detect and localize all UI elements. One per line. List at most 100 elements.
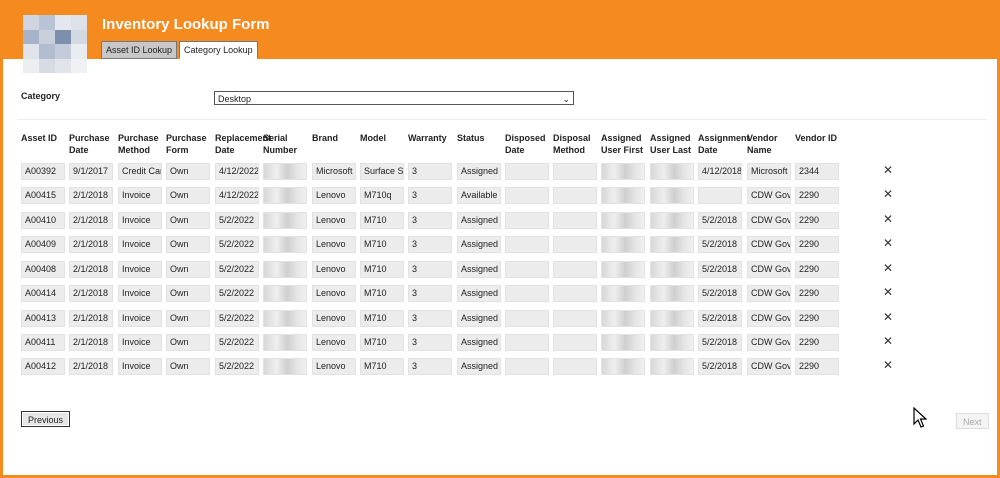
cell-replacement-date[interactable]: 5/2/2022: [215, 236, 259, 253]
cell-redacted[interactable]: [601, 261, 645, 278]
cell-asset-id[interactable]: A00392: [21, 163, 65, 180]
cell-purchase-form[interactable]: Own: [166, 358, 210, 375]
cell-assignment-date[interactable]: 5/2/2018: [698, 236, 742, 253]
cell-warranty[interactable]: 3: [408, 187, 452, 204]
cell-warranty[interactable]: 3: [408, 310, 452, 327]
cell-redacted[interactable]: [650, 236, 694, 253]
cell-purchase-form[interactable]: Own: [166, 212, 210, 229]
delete-row-icon[interactable]: ✕: [883, 236, 893, 251]
cell-brand[interactable]: Lenovo: [312, 212, 356, 229]
cell-replacement-date[interactable]: 5/2/2022: [215, 358, 259, 375]
cell-model[interactable]: M710q: [360, 187, 404, 204]
cell-purchase-form[interactable]: Own: [166, 285, 210, 302]
delete-row-icon[interactable]: ✕: [883, 358, 893, 373]
delete-row-icon[interactable]: ✕: [883, 261, 893, 276]
cell-model[interactable]: M710: [360, 285, 404, 302]
cell-status[interactable]: Assigned: [457, 163, 501, 180]
cell-purchase-date[interactable]: 2/1/2018: [69, 358, 113, 375]
cell-redacted[interactable]: [553, 261, 597, 278]
cell-purchase-date[interactable]: 2/1/2018: [69, 261, 113, 278]
cell-redacted[interactable]: [650, 358, 694, 375]
delete-row-icon[interactable]: ✕: [883, 163, 893, 178]
cell-redacted[interactable]: [263, 236, 307, 253]
cell-status[interactable]: Assigned: [457, 236, 501, 253]
next-button[interactable]: Next: [956, 413, 989, 429]
cell-status[interactable]: Available: [457, 187, 501, 204]
cell-assignment-date[interactable]: 4/12/2018: [698, 163, 742, 180]
cell-vendor-name[interactable]: CDW Gove: [747, 212, 791, 229]
cell-purchase-date[interactable]: 2/1/2018: [69, 187, 113, 204]
cell-brand[interactable]: Lenovo: [312, 285, 356, 302]
cell-purchase-method[interactable]: Invoice: [118, 212, 162, 229]
cell-redacted[interactable]: [263, 187, 307, 204]
cell-vendor-id[interactable]: 2290: [795, 212, 839, 229]
cell-warranty[interactable]: 3: [408, 163, 452, 180]
cell-purchase-form[interactable]: Own: [166, 261, 210, 278]
cell-asset-id[interactable]: A00413: [21, 310, 65, 327]
tab-asset-id-lookup[interactable]: Asset ID Lookup: [101, 41, 178, 59]
cell-redacted[interactable]: [553, 236, 597, 253]
cell-warranty[interactable]: 3: [408, 285, 452, 302]
cell-model[interactable]: M710: [360, 310, 404, 327]
cell-assignment-date[interactable]: 5/2/2018: [698, 358, 742, 375]
cell-redacted[interactable]: [650, 261, 694, 278]
cell-vendor-name[interactable]: CDW Gove: [747, 285, 791, 302]
cell-vendor-id[interactable]: 2290: [795, 358, 839, 375]
cell-purchase-method[interactable]: Invoice: [118, 236, 162, 253]
cell-purchase-method[interactable]: Invoice: [118, 261, 162, 278]
cell-vendor-id[interactable]: 2290: [795, 187, 839, 204]
cell-redacted[interactable]: [263, 285, 307, 302]
cell-redacted[interactable]: [263, 358, 307, 375]
cell-purchase-date[interactable]: 2/1/2018: [69, 212, 113, 229]
delete-row-icon[interactable]: ✕: [883, 187, 893, 202]
cell-redacted[interactable]: [505, 212, 549, 229]
cell-warranty[interactable]: 3: [408, 261, 452, 278]
cell-purchase-form[interactable]: Own: [166, 334, 210, 351]
cell-replacement-date[interactable]: 5/2/2022: [215, 285, 259, 302]
cell-redacted[interactable]: [505, 163, 549, 180]
cell-purchase-date[interactable]: 2/1/2018: [69, 334, 113, 351]
cell-purchase-method[interactable]: Invoice: [118, 187, 162, 204]
cell-asset-id[interactable]: A00411: [21, 334, 65, 351]
cell-vendor-name[interactable]: CDW Gove: [747, 334, 791, 351]
cell-redacted[interactable]: [650, 285, 694, 302]
cell-replacement-date[interactable]: 4/12/2022: [215, 163, 259, 180]
cell-purchase-date[interactable]: 2/1/2018: [69, 310, 113, 327]
cell-status[interactable]: Assigned: [457, 212, 501, 229]
cell-brand[interactable]: Lenovo: [312, 236, 356, 253]
cell-purchase-method[interactable]: Invoice: [118, 358, 162, 375]
cell-vendor-id[interactable]: 2290: [795, 261, 839, 278]
cell-redacted[interactable]: [505, 261, 549, 278]
cell-brand[interactable]: Lenovo: [312, 187, 356, 204]
cell-brand[interactable]: Lenovo: [312, 334, 356, 351]
cell-warranty[interactable]: 3: [408, 334, 452, 351]
cell-purchase-method[interactable]: Credit Car: [118, 163, 162, 180]
cell-status[interactable]: Assigned: [457, 334, 501, 351]
cell-redacted[interactable]: [553, 285, 597, 302]
cell-asset-id[interactable]: A00415: [21, 187, 65, 204]
delete-row-icon[interactable]: ✕: [883, 212, 893, 227]
cell-redacted[interactable]: [553, 163, 597, 180]
cell-redacted[interactable]: [505, 334, 549, 351]
cell-assignment-date[interactable]: [698, 187, 742, 204]
cell-warranty[interactable]: 3: [408, 236, 452, 253]
cell-redacted[interactable]: [505, 285, 549, 302]
tab-category-lookup[interactable]: Category Lookup: [179, 41, 258, 59]
cell-asset-id[interactable]: A00412: [21, 358, 65, 375]
cell-vendor-id[interactable]: 2290: [795, 236, 839, 253]
cell-redacted[interactable]: [650, 212, 694, 229]
cell-vendor-id[interactable]: 2290: [795, 334, 839, 351]
cell-brand[interactable]: Lenovo: [312, 310, 356, 327]
cell-redacted[interactable]: [505, 187, 549, 204]
cell-redacted[interactable]: [505, 236, 549, 253]
cell-model[interactable]: M710: [360, 212, 404, 229]
cell-replacement-date[interactable]: 5/2/2022: [215, 310, 259, 327]
cell-vendor-name[interactable]: CDW Gove: [747, 261, 791, 278]
cell-model[interactable]: M710: [360, 334, 404, 351]
cell-model[interactable]: M710: [360, 358, 404, 375]
cell-vendor-id[interactable]: 2290: [795, 310, 839, 327]
cell-status[interactable]: Assigned: [457, 358, 501, 375]
cell-redacted[interactable]: [601, 358, 645, 375]
cell-asset-id[interactable]: A00414: [21, 285, 65, 302]
cell-brand[interactable]: Lenovo: [312, 261, 356, 278]
